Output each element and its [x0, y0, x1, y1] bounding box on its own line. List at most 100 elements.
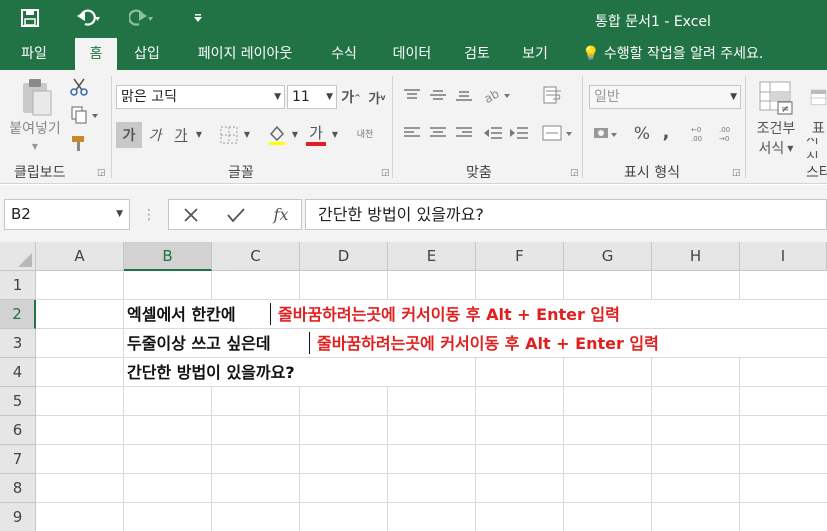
insert-function-button[interactable]: fx: [268, 199, 294, 230]
tab-view[interactable]: 보기: [512, 38, 558, 70]
ribbon: 붙여넣기 ▼ 클립보드 ◲ 맑은 고딕 ▼ 11 ▼ 가 ^ 가v 가 가 가 ▼…: [0, 70, 827, 184]
redo-icon[interactable]: [124, 6, 158, 30]
font-color-button[interactable]: 가: [306, 120, 326, 144]
decrease-indent-icon[interactable]: [482, 124, 504, 142]
align-middle-icon[interactable]: [428, 86, 448, 104]
tab-home[interactable]: 홈: [75, 38, 117, 70]
italic-button[interactable]: 가: [146, 122, 164, 148]
increase-decimal-icon[interactable]: ←0.00: [690, 122, 712, 146]
chevron-down-icon[interactable]: ▼: [242, 128, 252, 140]
name-box-value: B2: [11, 205, 31, 223]
font-size-combo[interactable]: 11 ▼: [287, 85, 337, 109]
tab-data[interactable]: 데이터: [382, 38, 442, 70]
shrink-font-button[interactable]: 가v: [368, 86, 386, 108]
align-left-icon[interactable]: [402, 124, 422, 142]
number-launcher-icon[interactable]: ◲: [732, 168, 741, 178]
phonetic-guide-button[interactable]: 내천: [352, 122, 378, 148]
row-header-4[interactable]: 4: [0, 358, 36, 387]
tab-review[interactable]: 검토: [454, 38, 500, 70]
cancel-icon[interactable]: [178, 199, 204, 230]
font-name-combo[interactable]: 맑은 고딕 ▼: [116, 85, 285, 109]
row-header-9[interactable]: 9: [0, 503, 36, 531]
customize-qat-icon[interactable]: [184, 6, 212, 30]
grow-font-button[interactable]: 가 ^: [341, 86, 361, 108]
format-as-table-label-2[interactable]: 서식: [806, 138, 827, 158]
row-header-5[interactable]: 5: [0, 387, 36, 416]
merge-center-icon[interactable]: [540, 122, 576, 144]
chevron-down-icon: ▼: [116, 209, 123, 219]
tab-insert[interactable]: 삽입: [126, 38, 168, 70]
conditional-formatting-label-1[interactable]: 조건부: [750, 118, 802, 138]
borders-icon[interactable]: [218, 124, 240, 146]
row-header-2[interactable]: 2: [0, 300, 36, 329]
orientation-icon[interactable]: ab: [480, 84, 516, 106]
conditional-formatting-label-2[interactable]: 서식 ▼: [750, 138, 802, 158]
formula-input[interactable]: 간단한 방법이 있을까요?: [305, 199, 827, 230]
svg-text:←0: ←0: [691, 126, 701, 134]
wrap-text-icon[interactable]: [540, 84, 566, 106]
row-header-1[interactable]: 1: [0, 271, 36, 300]
increase-indent-icon[interactable]: [508, 124, 530, 142]
comma-style-button[interactable]: ,: [658, 120, 674, 144]
column-header-d[interactable]: D: [300, 242, 388, 271]
chevron-down-icon: ▼: [730, 92, 737, 102]
cell-b3-text: 두줄이상 쓰고 싶은데: [127, 334, 271, 353]
row-header-3[interactable]: 3: [0, 329, 36, 358]
tell-me-box[interactable]: 💡 수행할 작업을 알려 주세요.: [582, 38, 763, 70]
decrease-decimal-icon[interactable]: .00 →0: [718, 122, 740, 146]
align-bottom-icon[interactable]: [454, 86, 474, 104]
tab-file[interactable]: 파일: [8, 38, 60, 70]
font-launcher-icon[interactable]: ◲: [381, 168, 390, 178]
bold-button[interactable]: 가: [116, 122, 142, 148]
conditional-formatting-text: 서식: [758, 141, 785, 157]
paste-label[interactable]: 붙여넣기: [2, 118, 68, 138]
copy-icon[interactable]: [68, 104, 104, 126]
chevron-down-icon[interactable]: ▼: [194, 128, 204, 140]
percent-button[interactable]: %: [632, 122, 652, 146]
svg-text:→0: →0: [719, 135, 729, 143]
row-header-8[interactable]: 8: [0, 474, 36, 503]
chevron-down-icon[interactable]: ▼: [290, 128, 300, 140]
alignment-launcher-icon[interactable]: ◲: [570, 168, 579, 178]
cell-b2-text: 엑셀에서 한칸에: [127, 305, 236, 324]
select-all-button[interactable]: [0, 242, 36, 271]
enter-icon[interactable]: [222, 199, 250, 230]
conditional-formatting-icon[interactable]: ≠: [756, 78, 796, 118]
format-as-table-label-1[interactable]: 표: [812, 118, 827, 138]
clipboard-launcher-icon[interactable]: ◲: [97, 168, 106, 178]
row-header-6[interactable]: 6: [0, 416, 36, 445]
save-icon[interactable]: [16, 6, 44, 30]
paste-icon[interactable]: [14, 76, 58, 118]
worksheet-grid[interactable]: A B C D E F G H I 1 2 3 4 5 6 7 8 9 엑셀에서…: [0, 242, 827, 531]
column-header-a[interactable]: A: [36, 242, 124, 271]
column-header-c[interactable]: C: [212, 242, 300, 271]
column-header-e[interactable]: E: [388, 242, 476, 271]
column-header-g[interactable]: G: [564, 242, 652, 271]
fill-color-icon[interactable]: [266, 122, 288, 148]
number-format-combo[interactable]: 일반 ▼: [589, 85, 741, 109]
tab-page-layout[interactable]: 페이지 레이아웃: [186, 38, 304, 70]
column-header-f[interactable]: F: [476, 242, 564, 271]
column-header-h[interactable]: H: [652, 242, 740, 271]
row-header-7[interactable]: 7: [0, 445, 36, 474]
tab-formulas[interactable]: 수식: [320, 38, 368, 70]
format-painter-icon[interactable]: [68, 132, 90, 154]
chevron-down-icon: ▼: [787, 143, 794, 153]
name-box[interactable]: B2 ▼: [4, 199, 130, 230]
format-as-table-icon[interactable]: [810, 78, 827, 118]
column-header-i[interactable]: I: [740, 242, 827, 271]
underline-button[interactable]: 가: [170, 122, 192, 148]
chevron-down-icon[interactable]: ▼: [330, 128, 340, 140]
paste-dropdown-icon[interactable]: ▼: [28, 140, 42, 152]
undo-icon[interactable]: [72, 6, 106, 30]
formula-bar: B2 ▼ ⋮ fx 간단한 방법이 있을까요?: [0, 185, 827, 242]
accounting-format-icon[interactable]: [592, 122, 622, 146]
cell-b3-red-text: 줄바꿈하려는곳에 커서이동 후 Alt + Enter 입력: [317, 334, 659, 353]
number-format-value: 일반: [594, 89, 620, 105]
gridline: [36, 502, 827, 503]
column-header-b[interactable]: B: [124, 242, 212, 271]
cut-icon[interactable]: [68, 76, 90, 98]
align-right-icon[interactable]: [454, 124, 474, 142]
align-top-icon[interactable]: [402, 86, 422, 104]
align-center-icon[interactable]: [428, 124, 448, 142]
